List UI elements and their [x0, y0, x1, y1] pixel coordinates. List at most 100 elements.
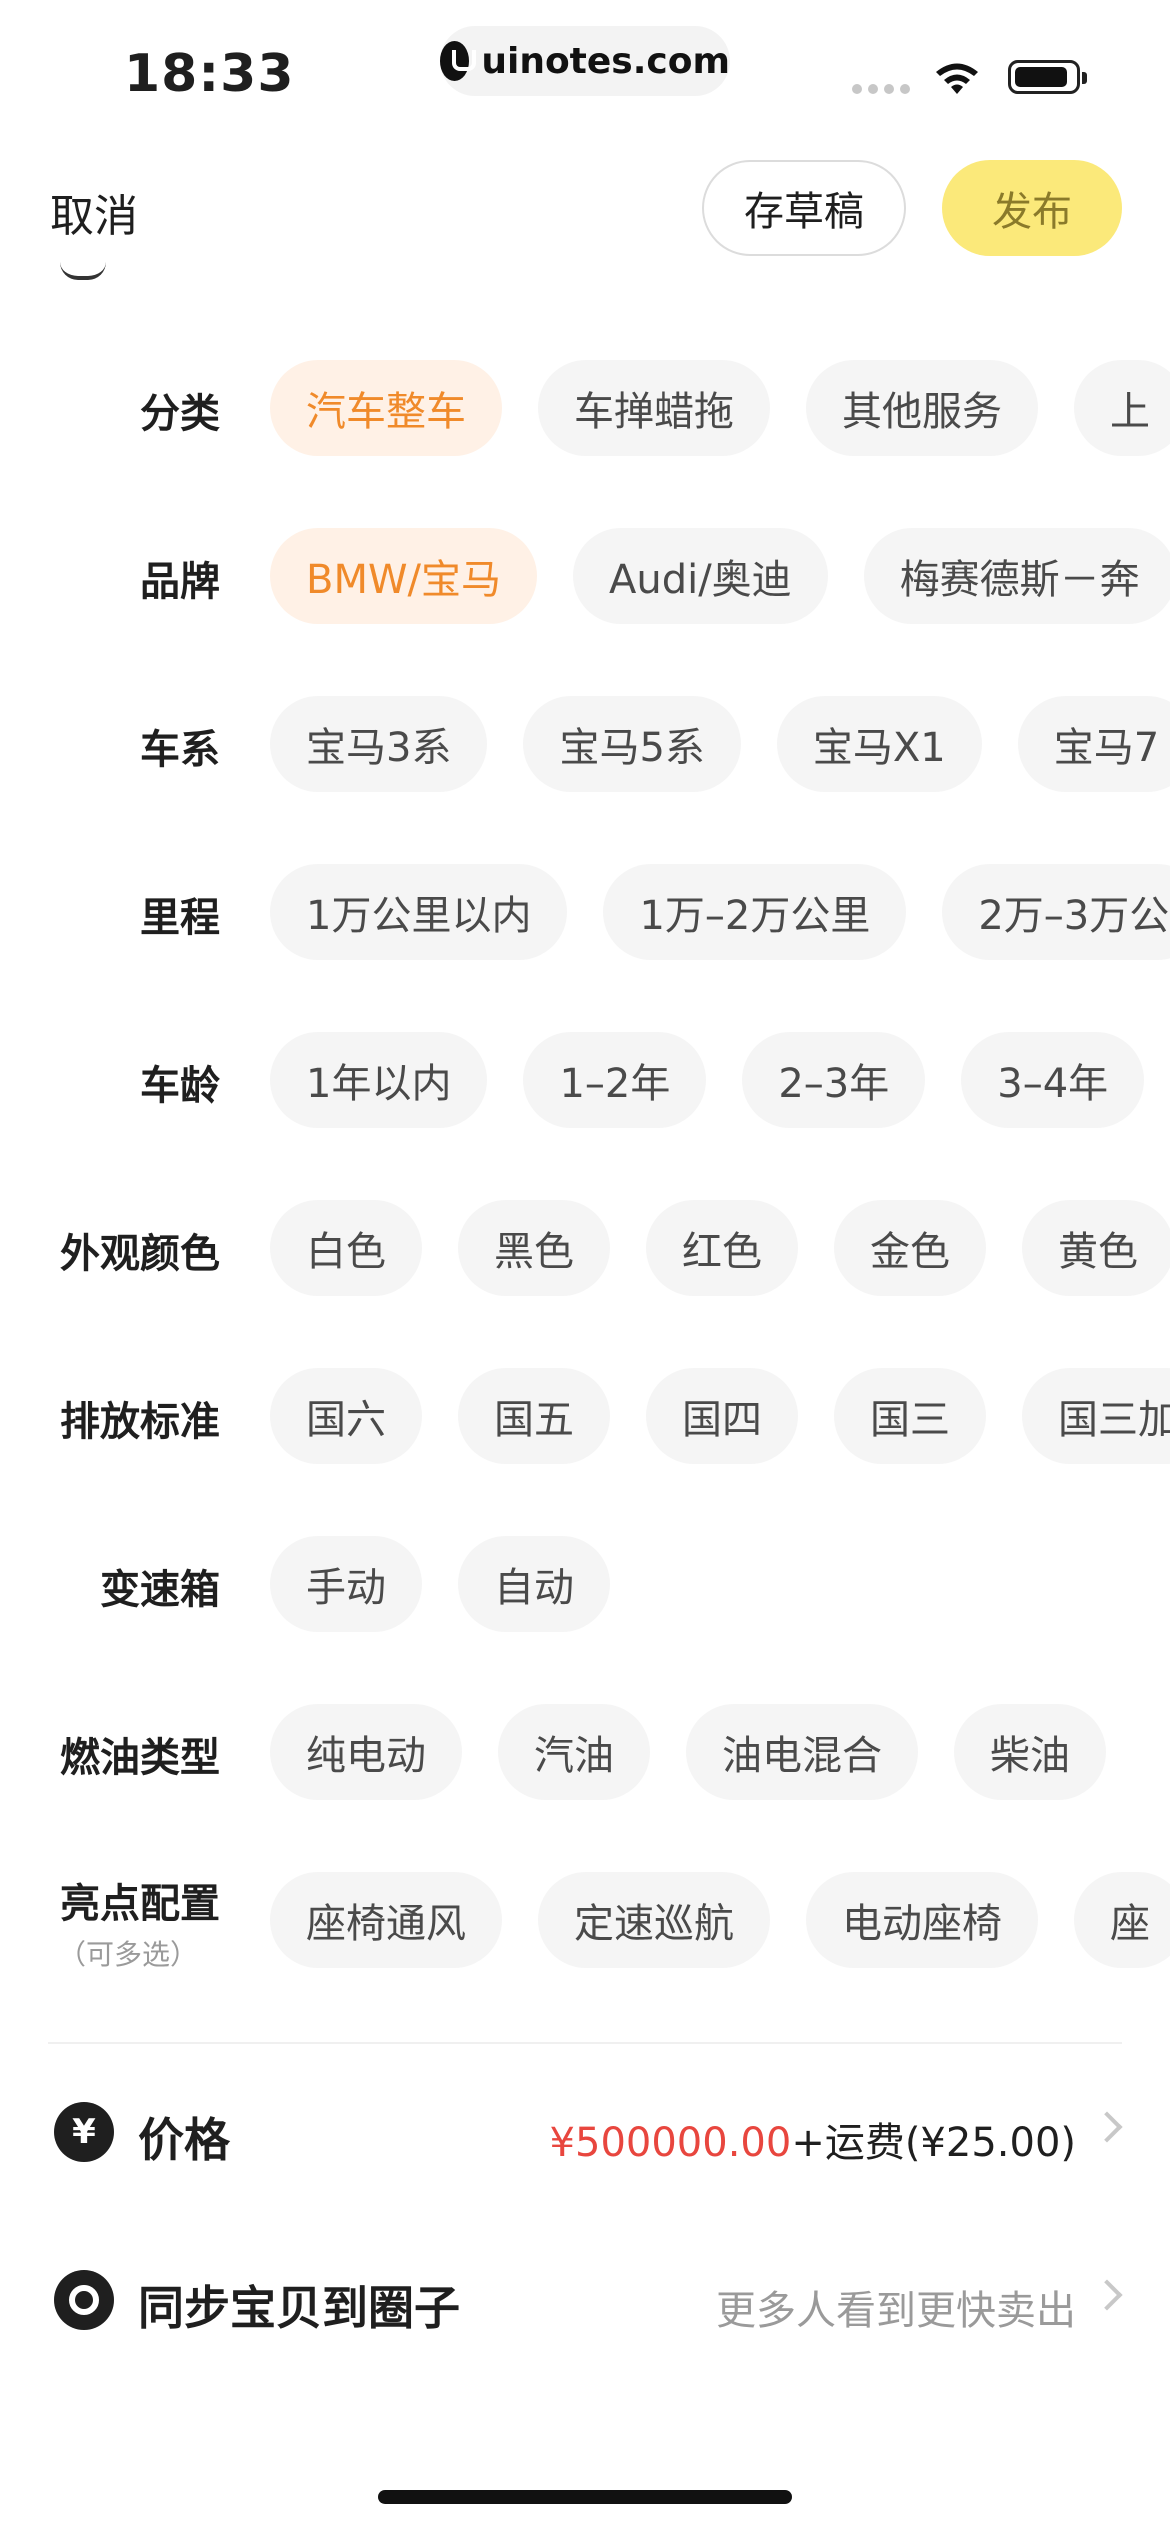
option-chip[interactable]: 国六 [270, 1368, 422, 1464]
attribute-row: 车系 宝马3系 宝马5系 宝马X1 宝马7 [0, 696, 1170, 796]
chip-group: 纯电动 汽油 油电混合 柴油 [270, 1704, 1170, 1804]
option-chip[interactable]: 车掸蜡拖 [538, 360, 770, 456]
attribute-label: 排放标准 [60, 1368, 220, 1468]
option-chip[interactable]: 1万–2万公里 [603, 864, 907, 960]
attribute-row: 品牌 BMW/宝马 Audi/奥迪 梅赛德斯－奔 [0, 528, 1170, 628]
option-chip[interactable]: 国四 [646, 1368, 798, 1464]
attribute-label-text: 分类 [140, 391, 220, 437]
attribute-label-text: 外观颜色 [60, 1231, 220, 1277]
attribute-row: 燃油类型 纯电动 汽油 油电混合 柴油 [0, 1704, 1170, 1804]
option-chip[interactable]: 2万–3万公 [942, 864, 1170, 960]
option-chip[interactable]: 梅赛德斯－奔 [863, 528, 1170, 624]
option-chip[interactable]: 纯电动 [270, 1704, 462, 1800]
option-chip[interactable]: 柴油 [954, 1704, 1106, 1800]
attribute-label: 燃油类型 [60, 1704, 220, 1804]
attribute-label: 车系 [140, 696, 220, 796]
attribute-label-text: 变速箱 [100, 1567, 220, 1613]
attribute-label: 车龄 [140, 1032, 220, 1132]
attribute-row: 车龄 1年以内 1–2年 2–3年 3–4年 [0, 1032, 1170, 1132]
option-chip[interactable]: 黑色 [458, 1200, 610, 1296]
site-logo-icon [440, 41, 477, 81]
chip-group: BMW/宝马 Audi/奥迪 梅赛德斯－奔 [270, 528, 1170, 628]
attribute-row: 外观颜色 白色 黑色 红色 金色 黄色 [0, 1200, 1170, 1300]
option-chip[interactable]: 手动 [270, 1536, 422, 1632]
attribute-row: 里程 1万公里以内 1万–2万公里 2万–3万公 [0, 864, 1170, 964]
chip-group: 国六 国五 国四 国三 国三加 [270, 1368, 1170, 1468]
option-chip[interactable]: 白色 [270, 1200, 422, 1296]
url-text: uinotes.com [481, 40, 730, 82]
price-value: ¥500000.00+运费(¥25.00) [550, 2110, 1076, 2168]
home-indicator [378, 2490, 792, 2504]
attribute-label: 里程 [140, 864, 220, 964]
option-chip[interactable]: 油电混合 [686, 1704, 918, 1800]
option-chip[interactable]: 1年以内 [270, 1032, 488, 1128]
attribute-sublabel: （可多选） [57, 1938, 198, 1971]
attribute-label: 外观颜色 [60, 1200, 220, 1300]
publish-button[interactable]: 发布 [942, 160, 1122, 256]
attribute-label-text: 亮点配置 [60, 1881, 220, 1927]
chevron-right-icon [1091, 2111, 1123, 2143]
option-chip[interactable]: 金色 [834, 1200, 986, 1296]
option-chip[interactable]: 汽车整车 [270, 360, 502, 456]
chip-group: 1年以内 1–2年 2–3年 3–4年 [270, 1032, 1170, 1132]
option-chip[interactable]: 国三加 [1022, 1368, 1170, 1464]
cellular-signal-icon [852, 84, 910, 94]
option-chip[interactable]: 宝马X1 [776, 696, 982, 792]
shipping-fee: +运费(¥25.00) [791, 2120, 1076, 2166]
option-chip[interactable]: 自动 [458, 1536, 610, 1632]
sync-circle-row[interactable]: 同步宝贝到圈子 更多人看到更快卖出 [0, 2238, 1170, 2358]
option-chip[interactable]: 国三 [834, 1368, 986, 1464]
attribute-label-text: 燃油类型 [60, 1735, 220, 1781]
battery-icon [1008, 60, 1087, 94]
option-chip[interactable]: 座 [1074, 1872, 1170, 1968]
chip-group: 白色 黑色 红色 金色 黄色 [270, 1200, 1170, 1300]
cancel-button[interactable]: 取消 [50, 180, 138, 244]
attribute-label-text: 排放标准 [60, 1399, 220, 1445]
chip-group: 手动 自动 [270, 1536, 1170, 1636]
wifi-icon [936, 63, 978, 94]
save-draft-button[interactable]: 存草稿 [702, 160, 906, 256]
option-chip[interactable]: 红色 [646, 1200, 798, 1296]
attribute-row: 亮点配置 （可多选） 座椅通风 定速巡航 电动座椅座 [0, 1872, 1170, 1972]
option-chip[interactable]: 黄色 [1022, 1200, 1170, 1296]
url-pill[interactable]: uinotes.com [440, 26, 730, 96]
attribute-label-text: 里程 [140, 895, 220, 941]
option-chip[interactable]: 宝马7 [1017, 696, 1170, 792]
option-chip[interactable]: BMW/宝马 [270, 528, 537, 624]
attribute-label-text: 品牌 [140, 559, 220, 605]
sync-title: 同步宝贝到圈子 [138, 2281, 460, 2335]
attribute-row: 变速箱 手动 自动 [0, 1536, 1170, 1636]
option-chip[interactable]: 电动座椅 [806, 1872, 1038, 1968]
circle-target-icon [54, 2270, 114, 2330]
attribute-row: 分类 汽车整车 车掸蜡拖 其他服务上 [0, 360, 1170, 460]
status-bar: 18:33 uinotes.com [0, 0, 1170, 140]
option-chip[interactable]: 1万公里以内 [270, 864, 568, 960]
top-nav: 取消 存草稿 发布 [0, 150, 1170, 270]
attribute-label: 变速箱 [100, 1536, 220, 1636]
chevron-right-icon [1091, 2279, 1123, 2311]
yen-icon: ¥ [54, 2102, 114, 2162]
option-chip[interactable]: 国五 [458, 1368, 610, 1464]
option-chip[interactable]: 其他服务 [806, 360, 1038, 456]
chip-group: 宝马3系 宝马5系 宝马X1 宝马7 [270, 696, 1170, 796]
attribute-label: 亮点配置 （可多选） [58, 1872, 220, 1972]
option-chip[interactable]: 上 [1074, 360, 1170, 456]
option-chip[interactable]: Audi/奥迪 [572, 528, 828, 624]
status-time: 18:33 [124, 44, 295, 104]
attribute-label-text: 车龄 [140, 1063, 220, 1109]
option-chip[interactable]: 宝马5系 [523, 696, 741, 792]
option-chip[interactable]: 宝马3系 [270, 696, 488, 792]
divider [48, 2042, 1122, 2044]
option-chip[interactable]: 3–4年 [961, 1032, 1145, 1128]
price-row[interactable]: ¥ 价格 ¥500000.00+运费(¥25.00) [0, 2070, 1170, 2190]
chip-group: 1万公里以内 1万–2万公里 2万–3万公 [270, 864, 1170, 964]
chip-group: 汽车整车 车掸蜡拖 其他服务上 [270, 360, 1170, 460]
attribute-row: 排放标准 国六 国五 国四 国三 国三加 [0, 1368, 1170, 1468]
option-chip[interactable]: 2–3年 [742, 1032, 926, 1128]
option-chip[interactable]: 汽油 [498, 1704, 650, 1800]
sync-hint: 更多人看到更快卖出 [716, 2288, 1076, 2334]
option-chip[interactable]: 定速巡航 [538, 1872, 770, 1968]
option-chip[interactable]: 1–2年 [523, 1032, 707, 1128]
attribute-label: 分类 [140, 360, 220, 460]
option-chip[interactable]: 座椅通风 [270, 1872, 502, 1968]
